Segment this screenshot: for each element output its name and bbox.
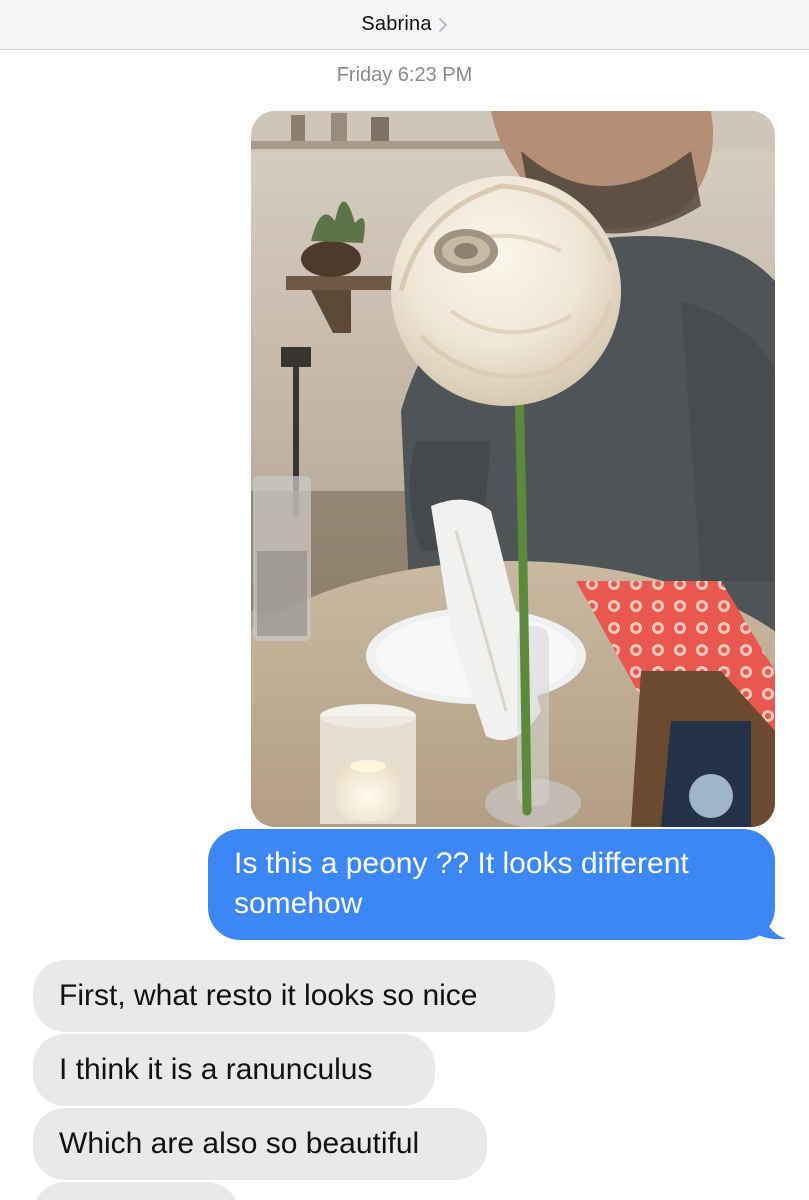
chevron-right-icon — [438, 17, 448, 33]
message-text: I think it is a ranunculus — [59, 1053, 373, 1086]
received-message-bubble[interactable]: Which are also so beautiful — [33, 1108, 487, 1180]
flower-photo — [251, 111, 775, 827]
sent-message-bubble[interactable]: Is this a peony ?? It looks different so… — [208, 829, 775, 940]
photo-message[interactable] — [251, 111, 775, 827]
bubble-tail — [748, 905, 786, 940]
messages-screen: Sabrina Friday 6:23 PM Is this a peony ?… — [0, 0, 809, 1200]
received-message-bubble[interactable]: I think it is a ranunculus — [33, 1034, 435, 1106]
received-message-bubble[interactable]: First, what resto it looks so nice — [33, 960, 555, 1032]
contact-name: Sabrina — [361, 13, 432, 35]
message-text: Which are also so beautiful — [59, 1127, 420, 1160]
message-text: Is this a peony ?? It looks different so… — [234, 847, 689, 920]
message-timestamp: Friday 6:23 PM — [336, 64, 473, 86]
conversation-header: Sabrina — [0, 0, 809, 50]
contact-details-button[interactable]: Sabrina — [361, 13, 447, 36]
received-message-bubble[interactable] — [33, 1182, 239, 1200]
message-text: First, what resto it looks so nice — [59, 979, 478, 1012]
